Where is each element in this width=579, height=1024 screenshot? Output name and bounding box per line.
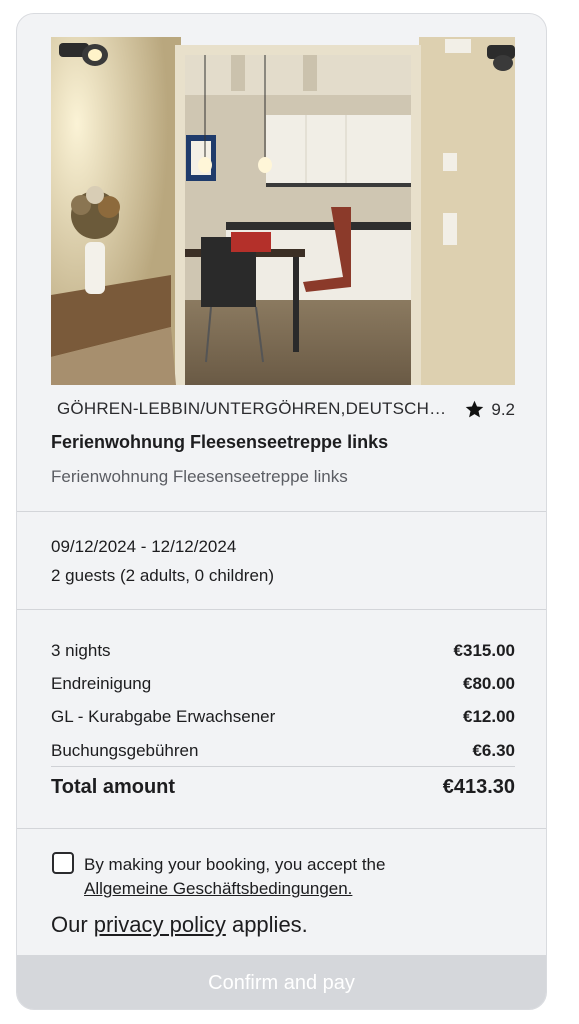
terms-link[interactable]: Allgemeine Geschäftsbedingungen.: [84, 879, 352, 898]
line-item-label: 3 nights: [51, 640, 111, 660]
total-label: Total amount: [51, 776, 176, 798]
line-item-label: Buchungsgebühren: [51, 740, 199, 760]
confirm-and-pay-button[interactable]: Confirm and pay: [17, 955, 546, 1009]
price-line-item: Buchungsgebühren €6.30: [51, 734, 515, 767]
listing-photo: [51, 37, 515, 385]
listing-title: Ferienwohnung Fleesenseetreppe links: [51, 432, 389, 452]
line-item-amount: €12.00: [463, 707, 515, 727]
star-icon: [466, 400, 484, 418]
section-divider: [17, 828, 546, 829]
privacy-notice: Our privacy policy applies.: [51, 912, 308, 938]
listing-rating: 9.2: [464, 399, 515, 420]
price-line-item: GL - Kurabgabe Erwachsener €12.00: [51, 701, 515, 734]
line-item-amount: €6.30: [472, 740, 515, 760]
booking-dates: 09/12/2024 - 12/12/2024: [51, 537, 237, 556]
price-line-item: Endreinigung €80.00: [51, 667, 515, 700]
line-item-label: Endreinigung: [51, 673, 152, 693]
price-line-item: 3 nights €315.00: [51, 634, 515, 667]
terms-text: By making your booking, you accept the A…: [84, 853, 385, 901]
total-amount: €413.30: [442, 776, 515, 798]
section-divider: [17, 511, 546, 512]
booking-summary-card: GÖHREN-LEBBIN/UNTERGÖHREN,DEUTSCHLAND 9.…: [16, 13, 547, 1010]
total-row: Total amount €413.30: [51, 776, 515, 799]
rating-value: 9.2: [491, 399, 515, 419]
privacy-prefix: Our: [51, 912, 94, 937]
line-item-label: GL - Kurabgabe Erwachsener: [51, 707, 276, 727]
line-item-amount: €315.00: [453, 640, 515, 660]
booking-guests: 2 guests (2 adults, 0 children): [51, 566, 275, 585]
listing-location: GÖHREN-LEBBIN/UNTERGÖHREN,DEUTSCHLAND: [57, 399, 447, 418]
privacy-suffix: applies.: [225, 912, 308, 937]
location-row: GÖHREN-LEBBIN/UNTERGÖHREN,DEUTSCHLAND 9.…: [57, 399, 515, 423]
terms-checkbox[interactable]: [52, 852, 74, 874]
line-item-amount: €80.00: [463, 673, 515, 693]
price-breakdown: 3 nights €315.00 Endreinigung €80.00 GL …: [51, 634, 515, 767]
section-divider: [17, 609, 546, 610]
listing-subtitle: Ferienwohnung Fleesenseetreppe links: [51, 467, 348, 486]
total-divider: [51, 766, 515, 767]
terms-label: By making your booking, you accept the: [84, 855, 386, 874]
privacy-policy-link[interactable]: privacy policy: [94, 912, 226, 937]
